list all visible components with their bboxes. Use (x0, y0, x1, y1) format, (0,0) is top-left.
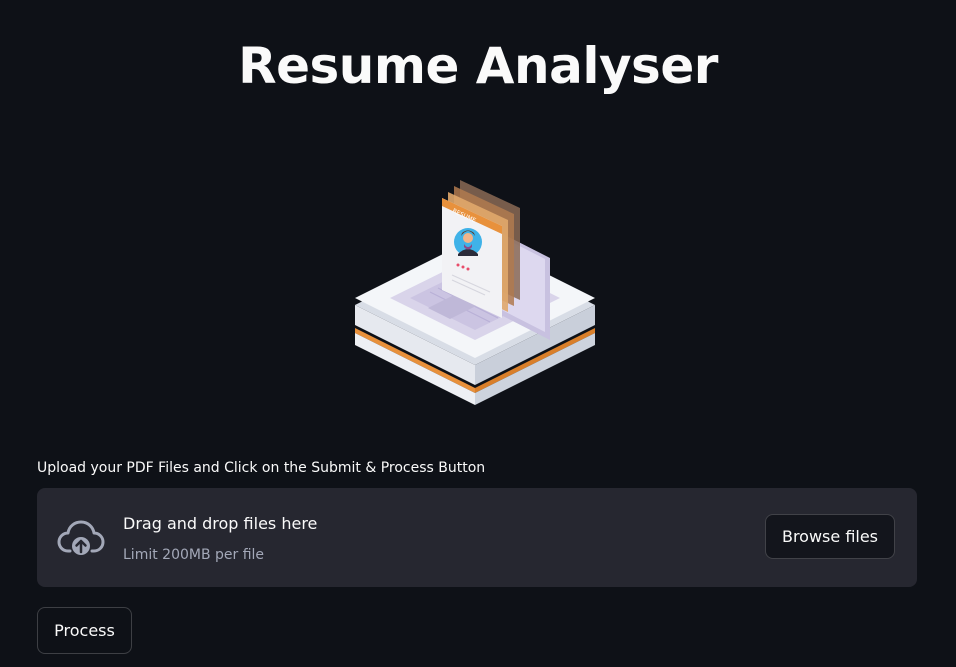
app-page: Resume Analyser RESUME Upload your PDF F… (0, 0, 956, 667)
page-title: Resume Analyser (238, 36, 718, 95)
dropzone-limit-text: Limit 200MB per file (123, 547, 265, 563)
process-button[interactable]: Process (37, 607, 132, 654)
resume-laptop-illustration: RESUME (355, 180, 595, 405)
browse-files-button[interactable]: Browse files (765, 514, 895, 559)
file-dropzone[interactable]: Drag and drop files here Limit 200MB per… (37, 488, 917, 587)
dropzone-title: Drag and drop files here (123, 514, 318, 533)
upload-label: Upload your PDF Files and Click on the S… (37, 460, 486, 476)
cloud-upload-icon (57, 520, 105, 555)
